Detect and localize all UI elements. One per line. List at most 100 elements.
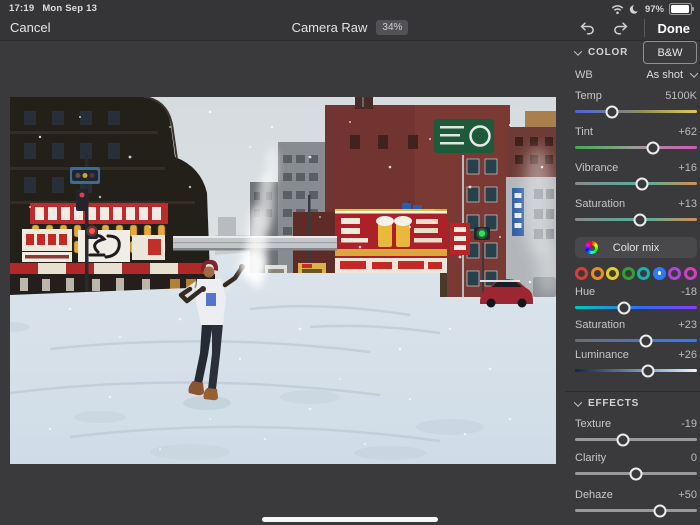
vibrance-knob[interactable]: [636, 177, 649, 190]
edit-panel: COLOR B&W WB As shot Temp 5100K Tint +62 V…: [565, 40, 700, 525]
saturation-slider-row: Saturation +13: [575, 198, 697, 228]
tint-value: +62: [678, 126, 697, 140]
clarity-slider-row: Clarity 0: [575, 452, 697, 482]
temp-track[interactable]: [575, 110, 697, 113]
channel-magenta[interactable]: [684, 267, 697, 280]
white-balance-row[interactable]: WB As shot: [575, 67, 697, 82]
section-divider: [565, 391, 700, 392]
texture-slider-row: Texture -19: [575, 418, 697, 448]
temp-knob[interactable]: [605, 105, 618, 118]
zoom-level-badge[interactable]: 34%: [376, 20, 408, 35]
redo-button[interactable]: [611, 18, 631, 38]
effects-section-header[interactable]: EFFECTS: [575, 398, 639, 409]
luminance-value: +26: [678, 349, 697, 363]
photo-scene: [10, 97, 556, 464]
photo-canvas[interactable]: [10, 97, 556, 464]
battery-percent: 97%: [645, 4, 664, 15]
saturation-value: +13: [678, 198, 697, 212]
clarity-label: Clarity: [575, 452, 606, 466]
status-icons: 97%: [611, 3, 692, 15]
color-mix-label: Color mix: [613, 242, 659, 254]
chevron-down-icon: [574, 398, 582, 406]
channel-purple[interactable]: [668, 267, 681, 280]
status-date: Mon Sep 13: [42, 3, 97, 14]
redo-icon: [612, 21, 629, 35]
effects-section-label: EFFECTS: [588, 398, 639, 409]
channel-red[interactable]: [575, 267, 588, 280]
status-bar: 17:19 Mon Sep 13 97%: [0, 0, 700, 16]
channel-green[interactable]: [622, 267, 635, 280]
chevron-down-icon: [574, 47, 582, 55]
chevron-down-icon: [690, 69, 698, 77]
top-bar: 17:19 Mon Sep 13 97% Cancel Camera Raw: [0, 0, 700, 41]
page-title: Camera Raw: [292, 20, 368, 35]
saturation-label: Saturation: [575, 198, 625, 212]
temp-value: 5100K: [665, 90, 697, 104]
toolbar-separator: [644, 19, 645, 37]
channel-cyan[interactable]: [637, 267, 650, 280]
clarity-knob[interactable]: [630, 467, 643, 480]
hue-slider-row: Hue -18: [575, 286, 697, 316]
undo-icon: [579, 21, 596, 35]
wb-value-dropdown[interactable]: As shot: [646, 69, 697, 81]
vibrance-value: +16: [678, 162, 697, 176]
tint-knob[interactable]: [647, 141, 660, 154]
hue-knob[interactable]: [617, 301, 630, 314]
temp-label: Temp: [575, 90, 602, 104]
tint-track[interactable]: [575, 146, 697, 149]
clarity-track[interactable]: [575, 472, 697, 475]
hue-value: -18: [681, 286, 697, 300]
mix-saturation-knob[interactable]: [639, 334, 652, 347]
dehaze-slider-row: Dehaze +50: [575, 489, 697, 519]
done-button[interactable]: Done: [658, 21, 691, 36]
luminance-track[interactable]: [575, 369, 697, 372]
hue-track[interactable]: [575, 306, 697, 309]
photo-green-sign: [434, 119, 494, 153]
moon-icon: [629, 4, 640, 15]
mix-saturation-track[interactable]: [575, 339, 697, 342]
mix-saturation-slider-row: Saturation +23: [575, 319, 697, 349]
color-section-label: COLOR: [588, 47, 628, 58]
status-time-date: 17:19 Mon Sep 13: [9, 3, 97, 14]
texture-knob[interactable]: [616, 433, 629, 446]
texture-label: Texture: [575, 418, 611, 432]
bw-toggle-button[interactable]: B&W: [643, 41, 697, 64]
saturation-knob[interactable]: [633, 213, 646, 226]
wifi-icon: [611, 4, 624, 15]
camera-raw-editor: 17:19 Mon Sep 13 97% Cancel Camera Raw: [0, 0, 700, 525]
mix-saturation-label: Saturation: [575, 319, 625, 333]
dehaze-knob[interactable]: [654, 504, 667, 517]
luminance-slider-row: Luminance +26: [575, 349, 697, 379]
channel-orange[interactable]: [591, 267, 604, 280]
saturation-track[interactable]: [575, 218, 697, 221]
wb-label: WB: [575, 69, 593, 81]
dehaze-track[interactable]: [575, 509, 697, 512]
undo-button[interactable]: [578, 18, 598, 38]
hue-label: Hue: [575, 286, 595, 300]
toolbar-right: Done: [578, 17, 691, 39]
color-wheel-icon: [585, 241, 598, 254]
battery-icon: [669, 3, 692, 15]
mix-saturation-value: +23: [678, 319, 697, 333]
status-time: 17:19: [9, 3, 34, 14]
vibrance-slider-row: Vibrance +16: [575, 162, 697, 192]
channel-yellow[interactable]: [606, 267, 619, 280]
tint-label: Tint: [575, 126, 593, 140]
luminance-knob[interactable]: [642, 364, 655, 377]
temp-slider-row: Temp 5100K: [575, 90, 697, 120]
color-channel-dots: [575, 266, 697, 280]
vibrance-label: Vibrance: [575, 162, 618, 176]
vibrance-track[interactable]: [575, 182, 697, 185]
color-section-header[interactable]: COLOR: [575, 47, 628, 58]
clarity-value: 0: [691, 452, 697, 466]
texture-value: -19: [681, 418, 697, 432]
color-mix-button[interactable]: Color mix: [575, 237, 697, 258]
home-indicator[interactable]: [262, 517, 438, 522]
channel-blue-selected[interactable]: [653, 267, 666, 280]
wb-value: As shot: [646, 69, 683, 81]
luminance-label: Luminance: [575, 349, 629, 363]
texture-track[interactable]: [575, 438, 697, 441]
dehaze-value: +50: [678, 489, 697, 503]
dehaze-label: Dehaze: [575, 489, 613, 503]
tint-slider-row: Tint +62: [575, 126, 697, 156]
